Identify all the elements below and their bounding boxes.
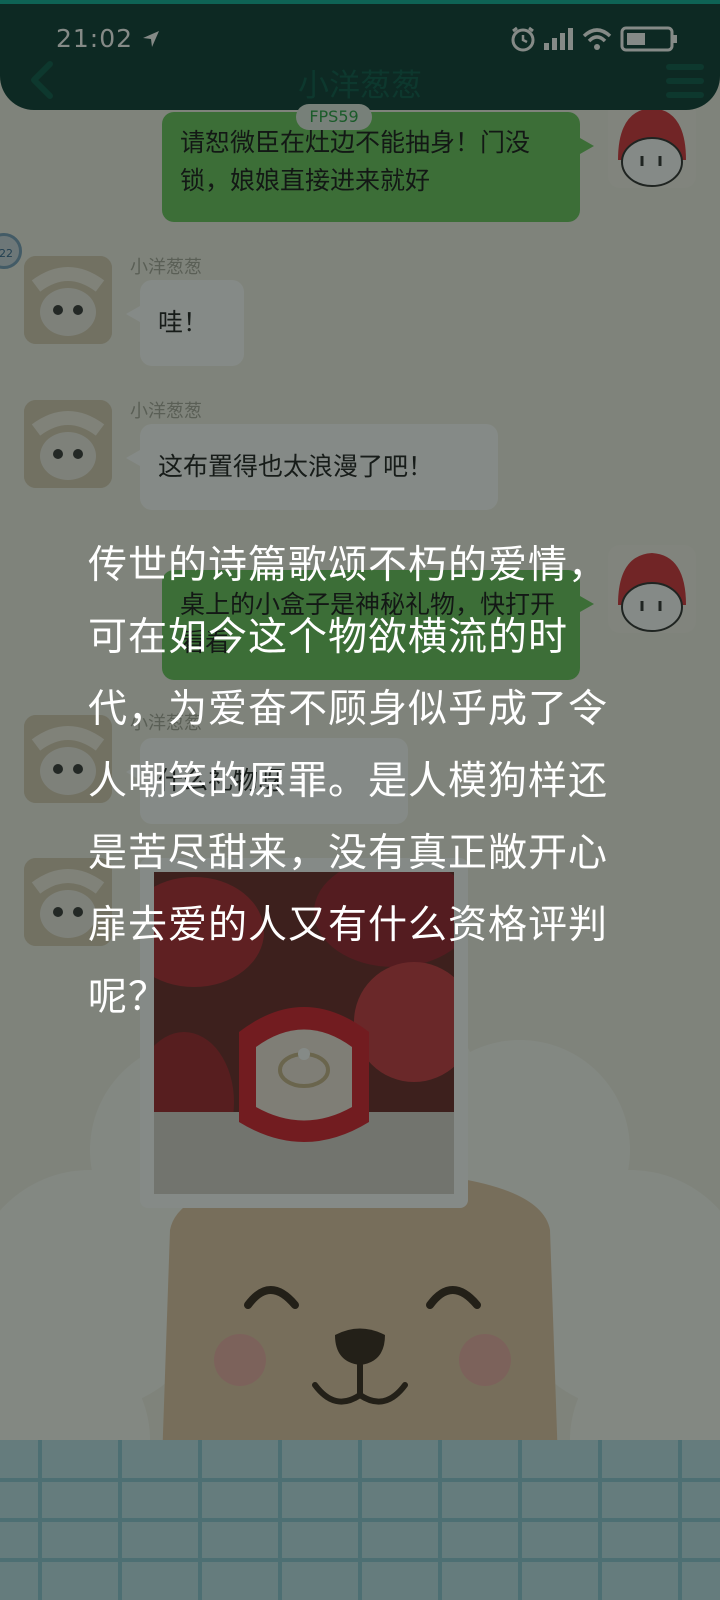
alarm-icon xyxy=(511,26,535,52)
status-icons xyxy=(510,26,678,52)
message-bubble[interactable]: 哇！ xyxy=(126,280,244,366)
contact-avatar[interactable] xyxy=(24,256,112,344)
message-text: 哇！ xyxy=(158,308,209,337)
message-text: 这布置得也太浪漫了吧！ xyxy=(158,452,434,481)
sender-name: 小洋葱葱 xyxy=(130,257,202,278)
left-cheek xyxy=(214,1334,266,1386)
message-bubble[interactable]: 这布置得也太浪漫了吧！ xyxy=(126,424,498,510)
sender-name: 小洋葱葱 xyxy=(130,401,202,422)
fps-badge: FPS59 xyxy=(296,104,372,130)
chat-screen: 21:02 小洋葱葱 FPS59 22 请恕微臣在灶边不能抽身！门没锁，娘娘直接… xyxy=(0,0,720,1600)
my-avatar[interactable] xyxy=(608,100,696,188)
chat-title: 小洋葱葱 xyxy=(298,68,422,104)
overlay-story-text: 传世的诗篇歌颂不朽的爱情，可在如今这个物欲横流的时代，为爱奋不顾身似乎成了令人嘲… xyxy=(88,543,609,1020)
battery-icon xyxy=(620,26,677,52)
mascot-avatar-icon xyxy=(618,108,686,187)
wifi-icon xyxy=(582,28,612,50)
location-arrow-icon xyxy=(143,31,159,47)
message-text: 请恕微臣在灶边不能抽身！门没锁，娘娘直接进来就好 xyxy=(180,128,531,195)
top-bar: 21:02 小洋葱葱 xyxy=(0,0,720,110)
status-time: 21:02 xyxy=(56,24,134,53)
message-bubble[interactable]: 请恕微臣在灶边不能抽身！门没锁，娘娘直接进来就好 xyxy=(162,112,594,222)
signal-icon xyxy=(544,28,573,50)
right-cheek xyxy=(459,1334,511,1386)
cat-avatar-icon xyxy=(24,256,112,344)
menu-icon[interactable] xyxy=(666,64,704,98)
contact-avatar[interactable] xyxy=(24,400,112,488)
cat-avatar-icon xyxy=(24,400,112,488)
